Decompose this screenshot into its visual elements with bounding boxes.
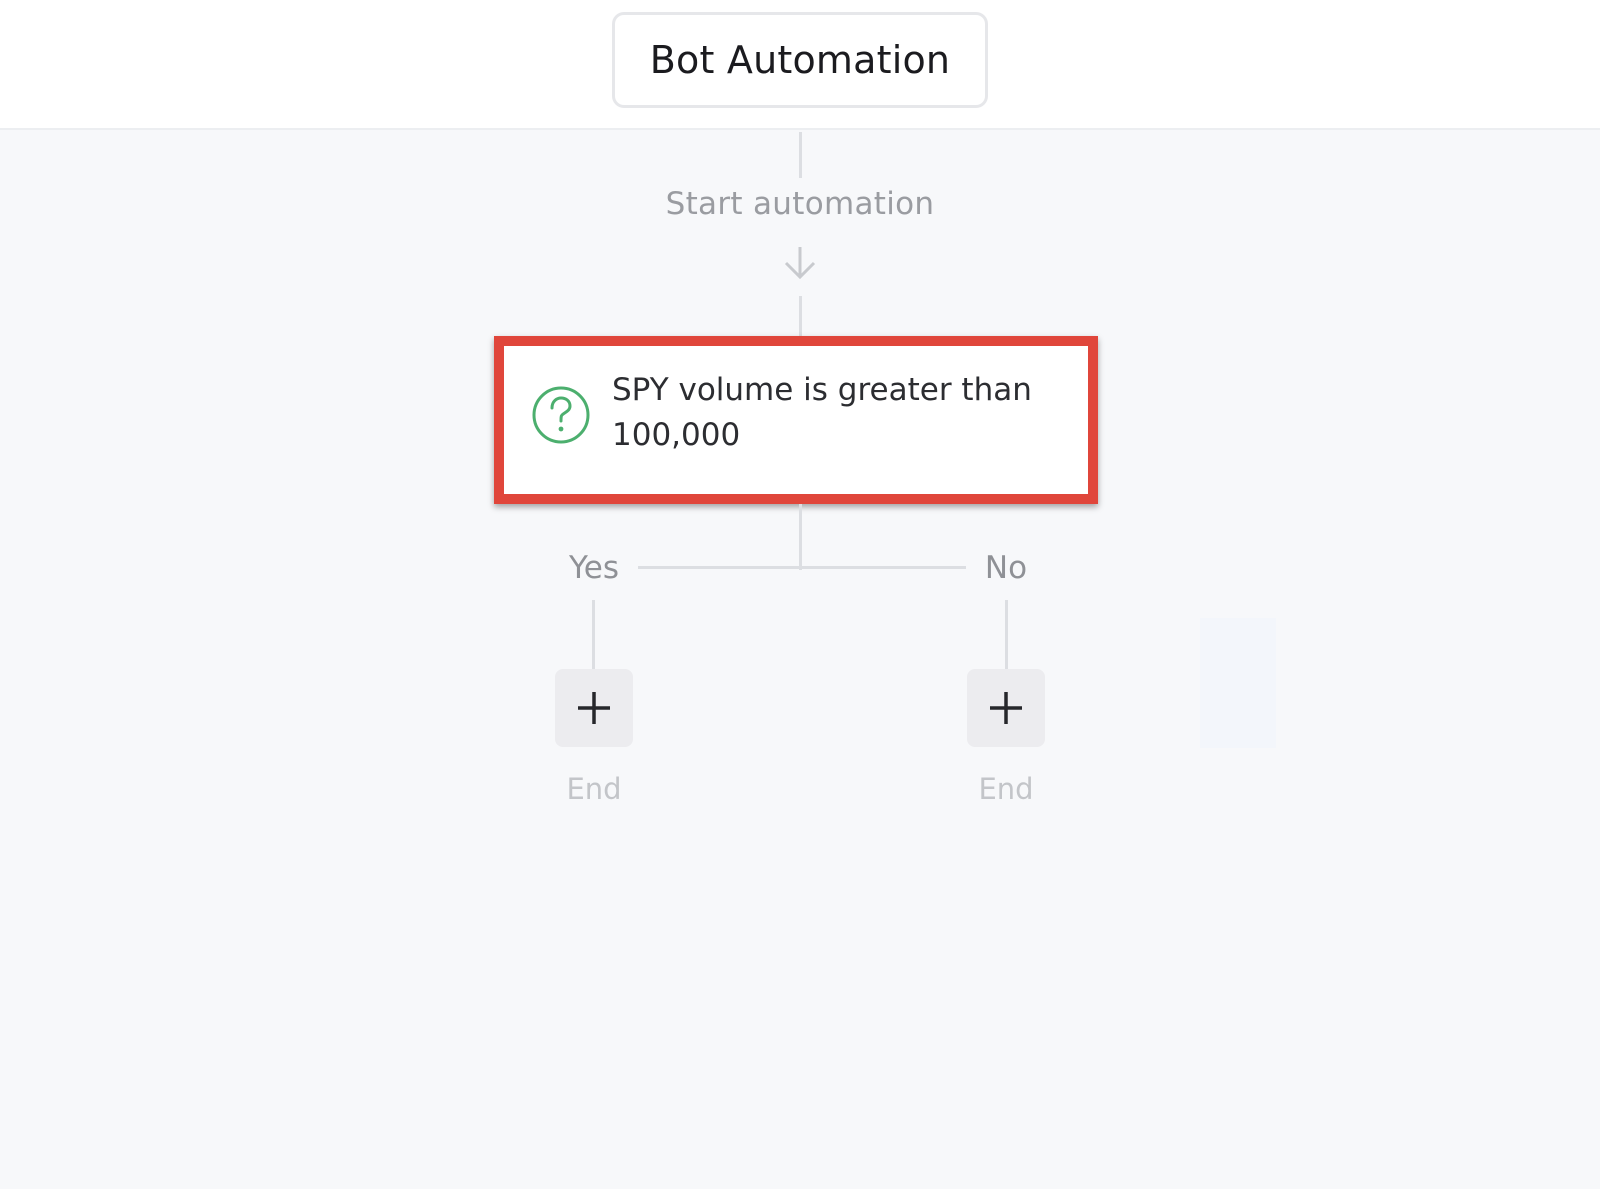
flow-canvas: [0, 130, 1600, 1189]
end-no-label: End: [978, 772, 1034, 806]
connector-below-condition: [799, 504, 802, 570]
header-bar: Bot Automation: [0, 0, 1600, 130]
question-circle-icon: [532, 386, 590, 444]
start-automation-label: Start automation: [665, 186, 935, 222]
connector-yes: [592, 600, 595, 670]
end-yes-label: End: [566, 772, 622, 806]
connector-top: [799, 132, 802, 178]
condition-text: SPY volume is greater than 100,000: [612, 372, 1032, 453]
branch-connector: [638, 566, 966, 569]
add-step-yes-button[interactable]: [555, 669, 633, 747]
plus-icon: [990, 692, 1022, 724]
connector-to-condition: [799, 296, 802, 336]
faint-overlay-panel: [1200, 618, 1276, 748]
connector-no: [1005, 600, 1008, 670]
add-step-no-button[interactable]: [967, 669, 1045, 747]
plus-icon: [578, 692, 610, 724]
arrow-down-icon: [784, 247, 816, 280]
branch-no-label: No: [984, 550, 1028, 586]
branch-yes-label: Yes: [568, 550, 620, 586]
automation-title: Bot Automation: [612, 12, 988, 108]
